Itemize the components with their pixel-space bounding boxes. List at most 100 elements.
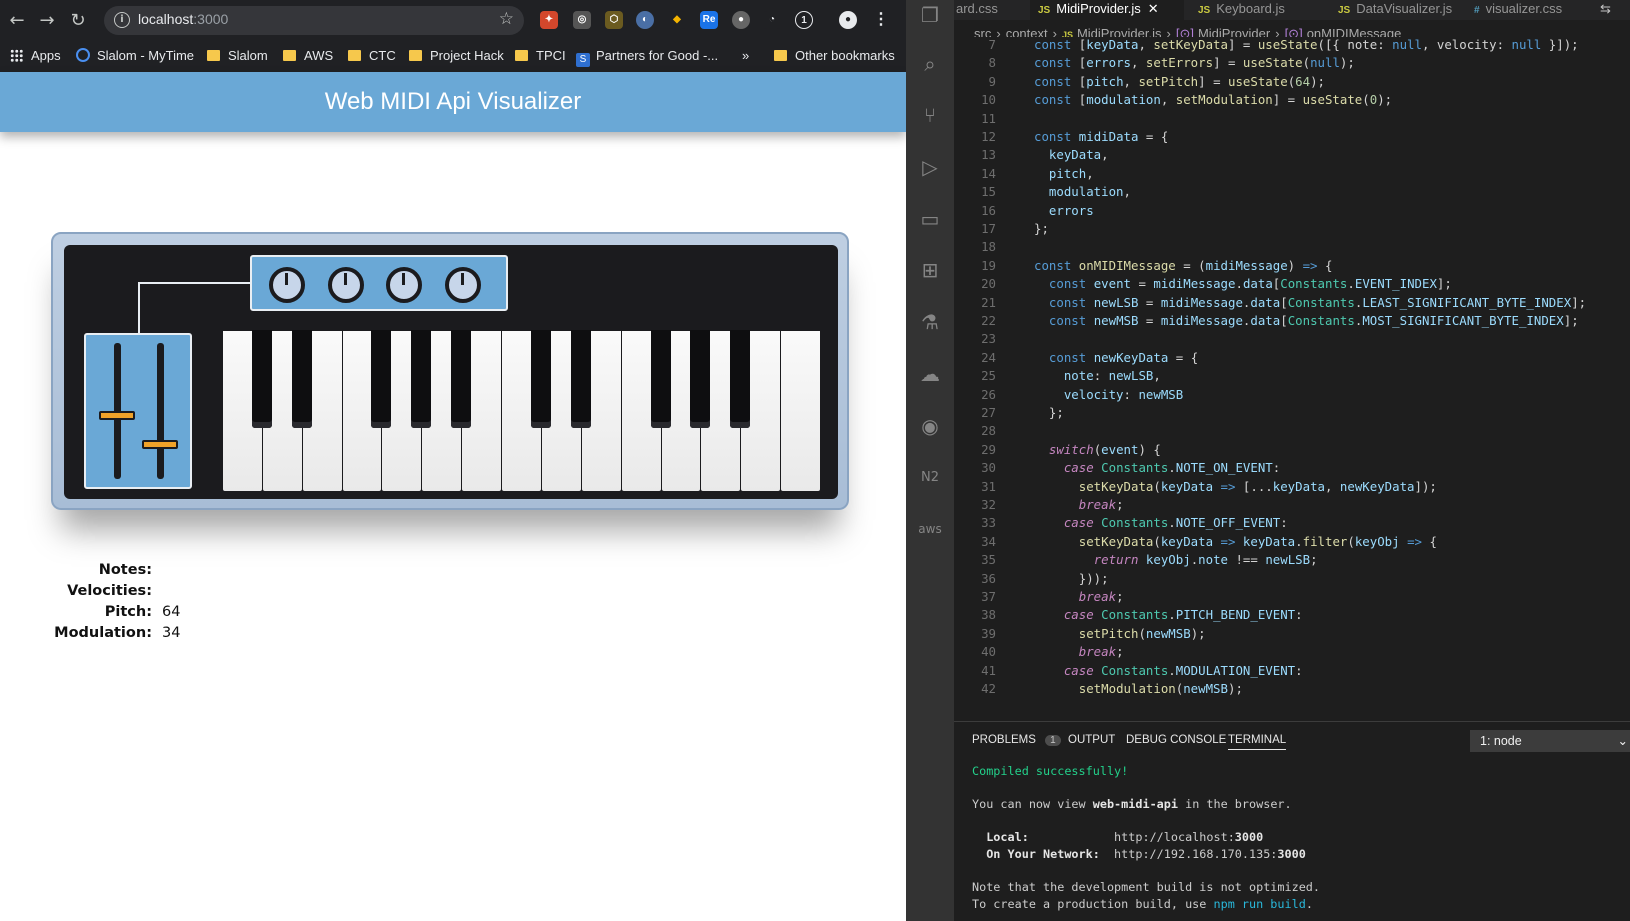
slider-panel [84, 333, 192, 489]
black-key[interactable] [730, 330, 751, 428]
profile-avatar-icon[interactable]: ● [839, 11, 857, 29]
bookmark-label: Other bookmarks [795, 48, 895, 63]
back-arrow-icon[interactable]: ← [5, 9, 29, 33]
tab-debug-console[interactable]: DEBUG CONSOLE [1126, 734, 1226, 746]
tab-terminal[interactable]: TERMINAL [1228, 734, 1287, 750]
bookmarks-overflow-button[interactable]: » [742, 46, 749, 66]
url-text[interactable]: localhost:3000 [138, 11, 228, 27]
bookmark-partners-for-good[interactable]: S Partners for Good -... [576, 46, 719, 67]
close-tab-icon[interactable]: ✕ [1148, 1, 1159, 16]
extension-icon-4[interactable]: ◐ [636, 11, 654, 29]
tab-midiprovider-js[interactable]: JS MidiProvider.js ✕ [1030, 0, 1184, 20]
black-key[interactable] [530, 330, 551, 428]
tab-label: DataVisualizer.js [1356, 1, 1453, 16]
knob-3[interactable] [386, 267, 422, 303]
extension-icon-8[interactable]: ◔ [763, 11, 781, 29]
run-debug-icon[interactable]: ▷ [918, 155, 942, 179]
black-key[interactable] [251, 330, 272, 428]
aws-icon[interactable]: aws [918, 517, 942, 541]
tab-output[interactable]: OUTPUT [1068, 734, 1115, 746]
browser-toolbar: ← → ↻ i localhost:3000 ☆ ✦ ◎ ⬡ ◐ ◆ Re ● … [0, 0, 906, 72]
site-info-icon[interactable]: i [114, 12, 130, 28]
bookmark-slalom-mytime[interactable]: Slalom - MyTime [76, 46, 194, 66]
tab-visualizer-css[interactable]: # visualizer.css [1468, 0, 1588, 20]
bookmark-folder-project-hack[interactable]: Project Hack [409, 46, 504, 66]
code-line: case Constants.MODULATION_EVENT: [1063, 662, 1303, 678]
code-editor[interactable]: 7 const [keyData, setKeyData] = useState(… [954, 37, 1630, 721]
bookmark-label: Partners for Good -... [596, 48, 719, 63]
keyboard-frame [51, 232, 849, 510]
bookmark-folder-slalom[interactable]: Slalom [207, 46, 268, 66]
source-control-icon[interactable]: ⑂ [918, 103, 942, 127]
code-line: })); [1034, 570, 1109, 586]
code-line: const onMIDIMessage = (midiMessage) => { [1034, 257, 1333, 273]
extension-icon-7[interactable]: ● [732, 11, 750, 29]
n2-extension-icon[interactable]: N2 [918, 466, 942, 490]
midi-keyboard [51, 232, 849, 510]
code-line: const midiData = { [1034, 129, 1169, 144]
git-graph-icon[interactable]: ◉ [918, 414, 942, 438]
knob-1[interactable] [269, 267, 305, 303]
knob-2[interactable] [328, 267, 364, 303]
line-number: 10 [981, 92, 996, 108]
knob-4[interactable] [445, 267, 481, 303]
extensions-icon[interactable]: ⊞ [918, 258, 942, 282]
code-line: const [modulation, setModulation] = useS… [1034, 92, 1393, 108]
terminal-select[interactable]: 1: node ⌄ [1470, 730, 1630, 752]
terminal-url[interactable]: http://localhost: [1029, 830, 1235, 844]
tab-label: TERMINAL [1228, 734, 1287, 746]
black-key[interactable] [371, 330, 392, 428]
bookmark-folder-ctc[interactable]: CTC [348, 46, 396, 66]
tab-board-css[interactable]: ard.css [954, 0, 1012, 20]
line-number: 23 [981, 331, 996, 347]
menu-kebab-icon[interactable]: ⋮ [872, 11, 890, 29]
line-number: 24 [981, 349, 996, 365]
modulation-slider-handle[interactable] [142, 440, 178, 449]
problems-count-badge: 1 [1045, 735, 1061, 746]
bookmark-apps[interactable]: Apps [10, 46, 61, 66]
black-key[interactable] [451, 330, 472, 428]
terminal-url[interactable]: http://192.168.170.135: [1100, 847, 1277, 861]
black-key[interactable] [690, 330, 711, 428]
black-key[interactable] [570, 330, 591, 428]
forward-arrow-icon[interactable]: → [35, 9, 59, 33]
css-file-icon: # [1474, 5, 1480, 16]
pitch-slider-handle[interactable] [99, 411, 135, 421]
bookmark-folder-other[interactable]: Other bookmarks [774, 46, 895, 66]
bookmark-folder-aws[interactable]: AWS [283, 46, 333, 66]
black-key[interactable] [411, 330, 432, 428]
extension-icon-3[interactable]: ⬡ [605, 11, 623, 29]
remote-explorer-icon[interactable]: ▭ [918, 207, 942, 231]
reload-icon[interactable]: ↻ [66, 9, 90, 33]
extension-icon-9[interactable]: 1 [795, 11, 813, 29]
compare-changes-icon[interactable]: ⇆ [1592, 0, 1630, 20]
black-key[interactable] [291, 330, 312, 428]
line-number: 33 [981, 515, 996, 531]
address-bar[interactable]: i localhost:3000 ☆ [104, 6, 524, 35]
folder-icon [348, 50, 361, 61]
tab-problems[interactable]: PROBLEMS 1 [972, 734, 1061, 746]
bookmark-folder-tpci[interactable]: TPCI [515, 46, 566, 66]
line-number: 29 [981, 441, 996, 457]
testing-flask-icon[interactable]: ⚗ [918, 310, 942, 334]
extension-icon-6[interactable]: Re [700, 11, 718, 29]
tab-datavisualizer-js[interactable]: JS DataVisualizer.js [1332, 0, 1462, 20]
white-key[interactable] [780, 330, 821, 492]
extension-icon-5[interactable]: ◆ [668, 11, 686, 29]
extension-icon-1[interactable]: ✦ [540, 11, 558, 29]
black-key[interactable] [650, 330, 671, 428]
velocities-row: Velocities: [30, 581, 180, 602]
code-line: break; [1078, 497, 1124, 512]
pitch-row: Pitch: 64 [30, 602, 181, 623]
overflow-chevron-icon: » [742, 48, 750, 63]
docker-icon[interactable]: ☁ [918, 362, 942, 386]
line-number: 41 [981, 662, 996, 678]
explorer-files-icon[interactable]: ❐ [918, 3, 942, 27]
tab-keyboard-js[interactable]: JS Keyboard.js [1192, 0, 1316, 20]
extension-icon-2[interactable]: ◎ [573, 11, 591, 29]
code-line: }; [1034, 221, 1049, 236]
velocities-label: Velocities: [67, 583, 152, 599]
terminal-text: On Your Network: [972, 847, 1100, 861]
search-icon[interactable]: ⌕ [918, 52, 942, 76]
bookmark-star-icon[interactable]: ☆ [499, 9, 514, 29]
